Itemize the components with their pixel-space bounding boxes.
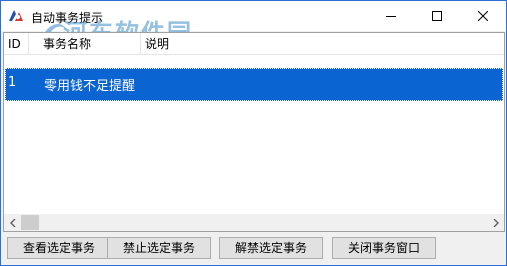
maximize-icon	[432, 11, 442, 21]
row-name: 零用钱不足提醒	[44, 79, 136, 94]
horizontal-scrollbar[interactable]	[4, 214, 504, 231]
event-list[interactable]: ID 事务名称 说明 1 零用钱不足提醒	[3, 32, 505, 232]
scroll-left-button[interactable]	[4, 214, 21, 231]
view-selected-button[interactable]: 查看选定事务	[7, 237, 111, 259]
scroll-right-button[interactable]	[487, 214, 504, 231]
title-bar[interactable]: 自动事务提示 河东软件园 www.pc0359.cn	[1, 1, 506, 64]
unban-selected-button[interactable]: 解禁选定事务	[219, 237, 323, 259]
row-id: 1	[8, 75, 17, 90]
chevron-left-icon	[9, 218, 15, 227]
list-header: ID 事务名称 说明	[4, 33, 504, 55]
close-icon	[478, 11, 488, 21]
column-header-name[interactable]: 事务名称	[28, 33, 140, 55]
column-header-id[interactable]: ID	[4, 33, 28, 55]
maximize-button[interactable]	[414, 1, 460, 31]
button-bar: 查看选定事务 禁止选定事务 解禁选定事务 关闭事务窗口	[1, 232, 506, 265]
list-row-selected[interactable]: 1 零用钱不足提醒	[5, 68, 503, 101]
window-title: 自动事务提示	[31, 11, 104, 25]
scroll-thumb[interactable]	[21, 215, 39, 230]
event-reminder-window: 自动事务提示 河东软件园 www.pc0359.cn ID 事务名称 说明 1	[0, 0, 507, 266]
ban-selected-button[interactable]: 禁止选定事务	[107, 237, 211, 259]
app-logo-icon	[7, 8, 25, 24]
minimize-button[interactable]	[368, 1, 414, 31]
minimize-icon	[386, 16, 396, 17]
close-button[interactable]	[460, 1, 506, 31]
close-window-button[interactable]: 关闭事务窗口	[332, 237, 436, 259]
column-header-description[interactable]: 说明	[140, 33, 504, 55]
chevron-right-icon	[493, 218, 499, 227]
